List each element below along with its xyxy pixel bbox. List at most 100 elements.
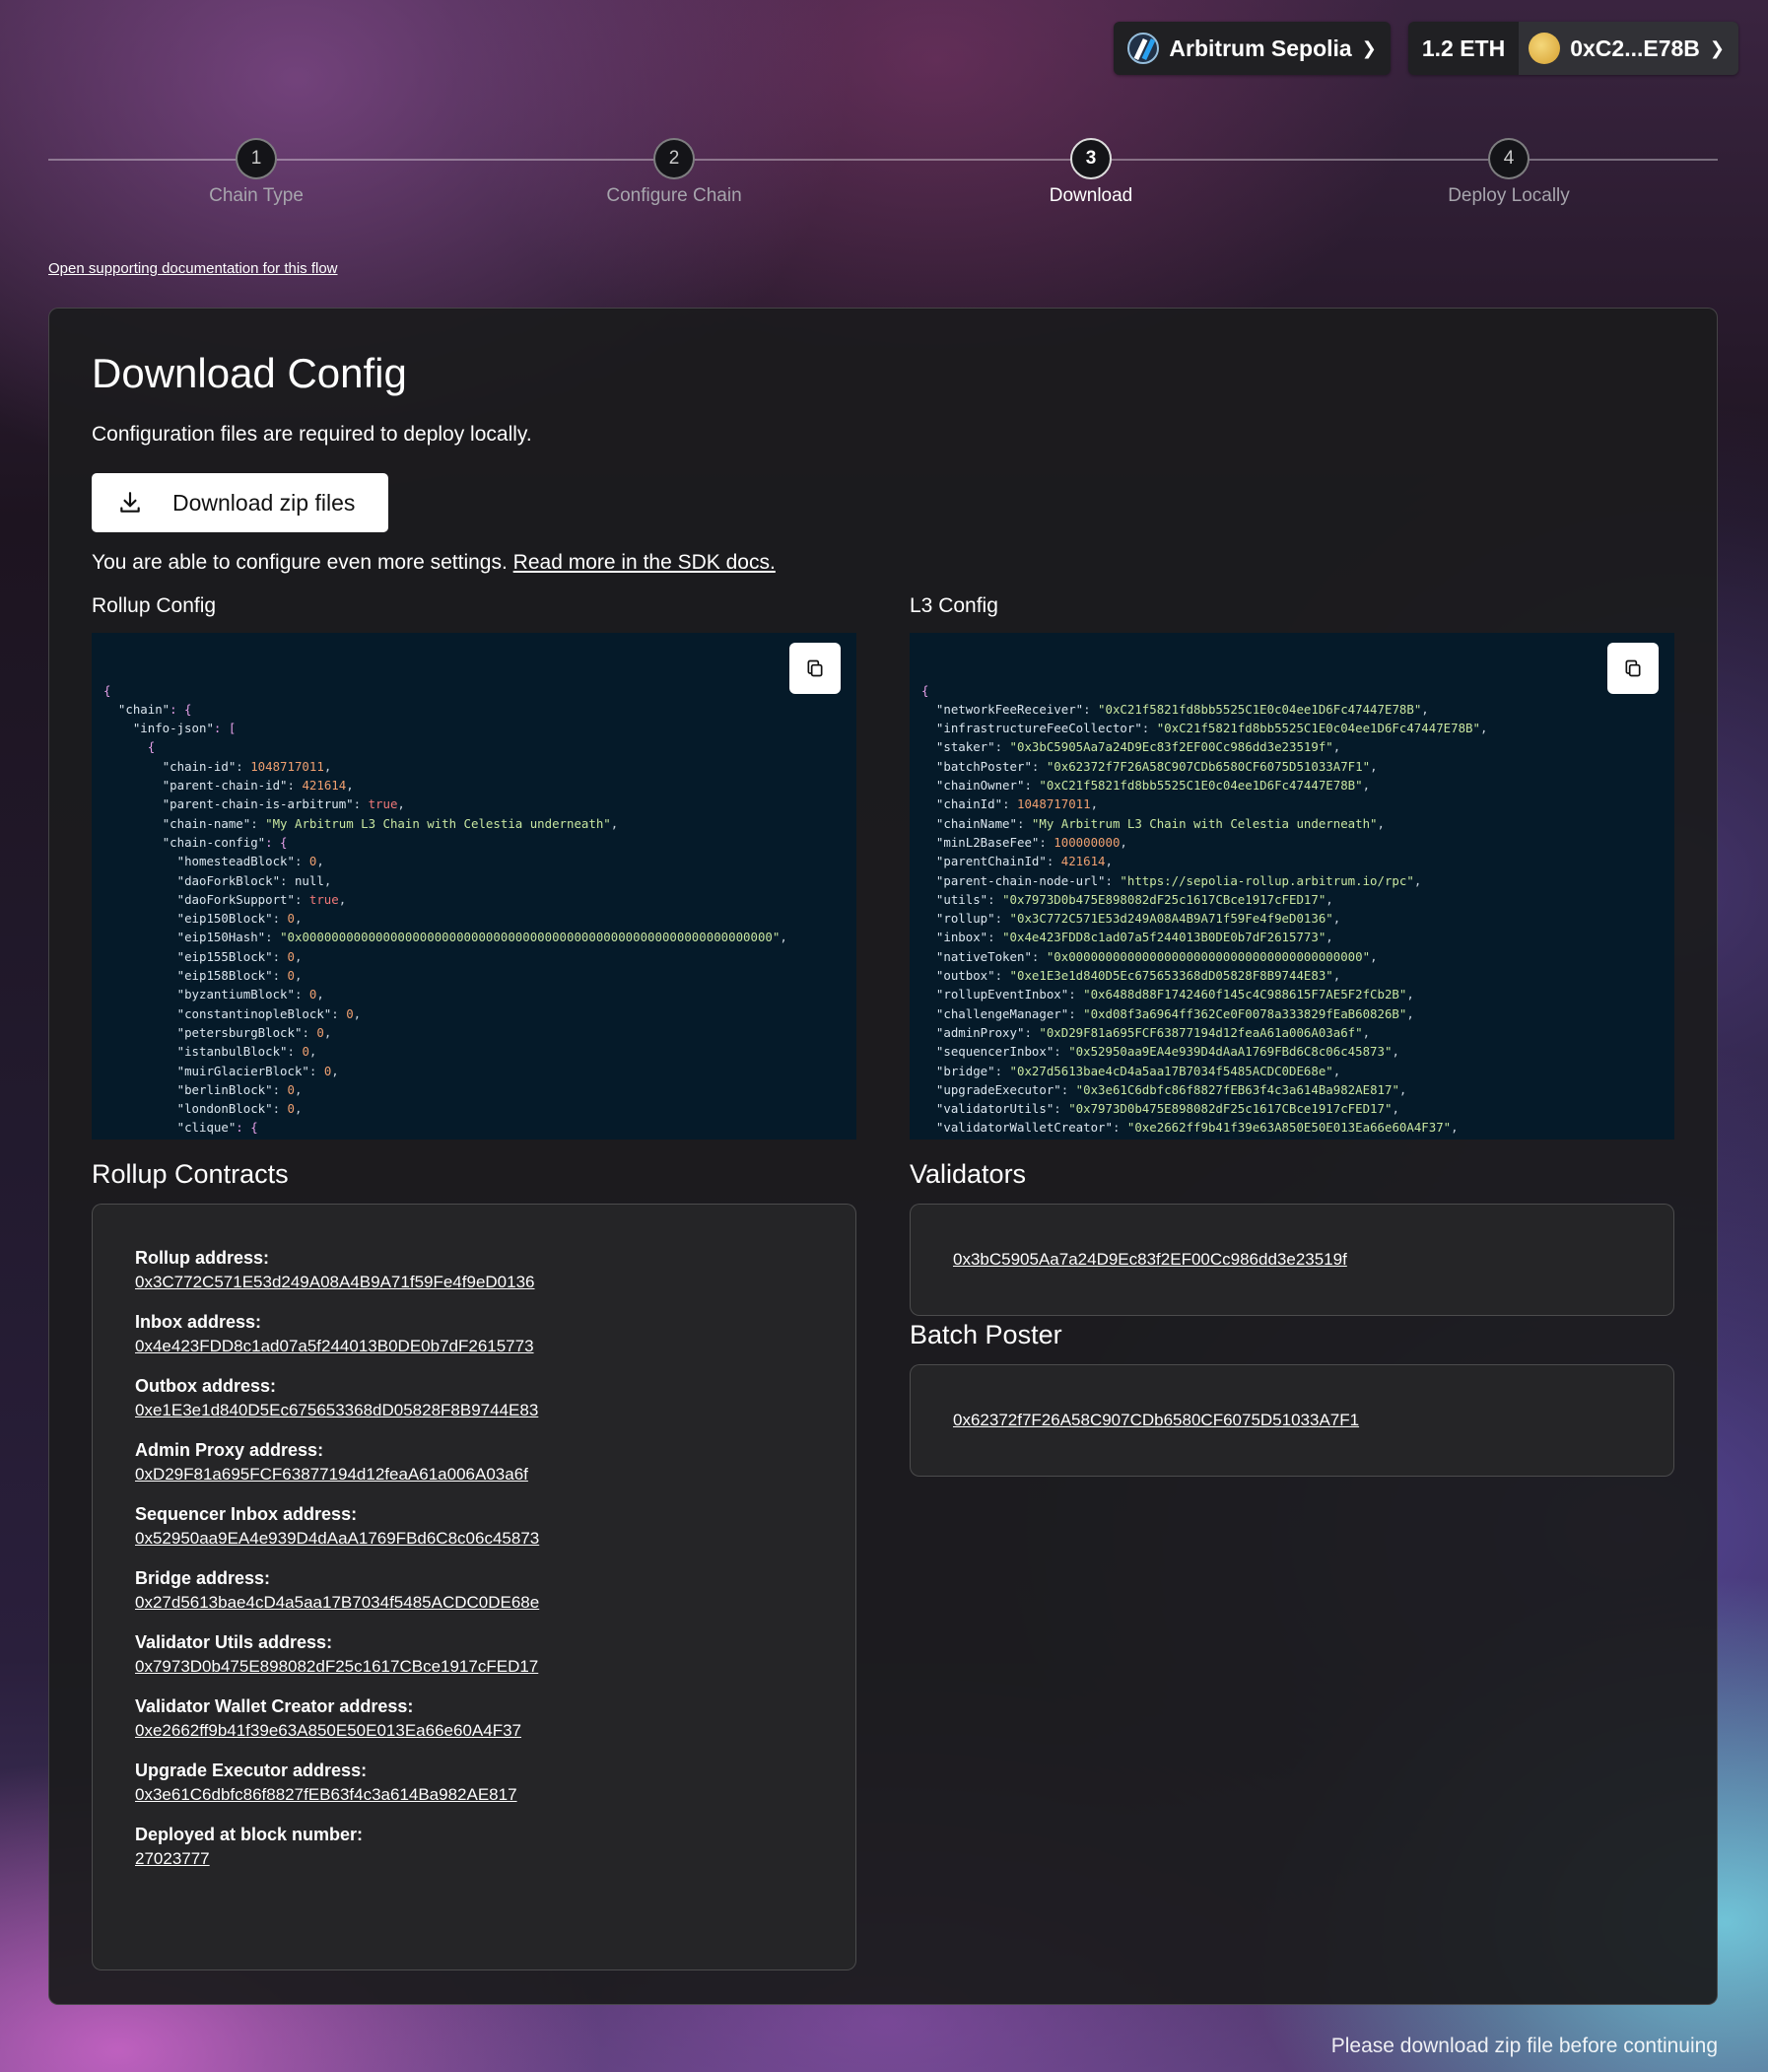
account-selector[interactable]: 0xC2...E78B ❯	[1519, 22, 1738, 75]
code-bracket: : {	[236, 1120, 258, 1136]
contract-address-link[interactable]: 0x7973D0b475E898082dF25c1617CBce1917cFED…	[135, 1654, 538, 1680]
code-key: "batchPoster"	[935, 758, 1032, 774]
contract-address-link[interactable]: 27023777	[135, 1846, 210, 1872]
code-value: "0x4e423FDD8c1ad07a5f244013B0DE0b7dF2615…	[1002, 930, 1326, 945]
code-value: 421614	[1060, 854, 1106, 869]
code-key: "eip158Block"	[176, 968, 273, 984]
code-value: 0	[287, 1081, 295, 1097]
code-key: "validatorWalletCreator"	[935, 1120, 1113, 1136]
contract-address-link[interactable]: 0xe1E3e1d840D5Ec675653368dD05828F8B9744E…	[135, 1398, 538, 1423]
contract-address-link[interactable]: 0x3e61C6dbfc86f8827fEB63f4c3a614Ba982AE8…	[135, 1782, 517, 1808]
contract-address-link[interactable]: 0x52950aa9EA4e939D4dAaA1769FBd6C8c06c458…	[135, 1526, 539, 1552]
code-value: "0x6488d88F1742460f145c4C988615F7AE5F2fC…	[1083, 987, 1407, 1002]
code-line: {	[103, 681, 845, 700]
code-line: "rollupEventInbox": "0x6488d88F1742460f1…	[935, 987, 1414, 1002]
code-key: "byzantiumBlock"	[176, 987, 295, 1002]
code-key: "chain"	[117, 701, 170, 717]
code-key: "inbox"	[935, 930, 988, 945]
code-key: "homesteadBlock"	[176, 854, 295, 869]
avatar	[1529, 33, 1561, 64]
code-key: "adminProxy"	[935, 1024, 1025, 1040]
documentation-link[interactable]: Open supporting documentation for this f…	[48, 260, 338, 277]
code-line: "istanbulBlock": 0,	[176, 1044, 317, 1060]
code-value: "0xe1E3e1d840D5Ec675653368dD05828F8B9744…	[1009, 968, 1333, 984]
contract-item: Outbox address: 0xe1E3e1d840D5Ec675653368…	[135, 1374, 855, 1423]
code-key: "istanbulBlock"	[176, 1044, 288, 1060]
download-zip-button[interactable]: Download zip files	[92, 473, 388, 532]
contract-address-link[interactable]: 0xD29F81a695FCF63877194d12feaA61a006A03a…	[135, 1462, 528, 1487]
sdk-docs-link[interactable]: Read more in the SDK docs.	[513, 551, 776, 574]
code-value: "0x7973D0b475E898082dF25c1617CBce1917cFE…	[1068, 1101, 1393, 1117]
code-key: "upgradeExecutor"	[935, 1081, 1061, 1097]
code-value: "0x27d5613bae4cD4a5aa17B7034f5485ACDC0DE…	[1009, 1063, 1333, 1078]
rollup-config-code[interactable]: { "chain": { "info-json": [ { "chain-id"…	[92, 633, 856, 1140]
code-value: "0x3bC5905Aa7a24D9Ec83f2EF00Cc986dd3e235…	[1009, 739, 1333, 755]
network-selector[interactable]: Arbitrum Sepolia ❯	[1114, 22, 1391, 75]
code-key: "chainOwner"	[935, 778, 1025, 794]
code-line: "eip150Block": 0,	[176, 911, 303, 927]
code-key: {	[921, 682, 929, 698]
rollup-config-label: Rollup Config	[92, 594, 217, 617]
validator-address-link[interactable]: 0x3bC5905Aa7a24D9Ec83f2EF00Cc986dd3e2351…	[953, 1250, 1347, 1270]
batch-poster-title: Batch Poster	[910, 1320, 1062, 1349]
contract-address-link[interactable]: 0x27d5613bae4cD4a5aa17B7034f5485ACDC0DE6…	[135, 1590, 539, 1616]
page-title: Download Config	[92, 350, 407, 396]
code-key: "bridge"	[935, 1063, 995, 1078]
code-value: true	[368, 796, 398, 812]
code-line: "parentChainId": 421614,	[935, 854, 1113, 869]
code-line: "parent-chain-is-arbitrum": true,	[162, 796, 405, 812]
code-key: "daoForkBlock"	[176, 872, 281, 888]
sdk-note: You are able to configure even more sett…	[92, 551, 776, 575]
step-download[interactable]: 3 Download	[973, 138, 1209, 207]
code-line: "chain-id": 1048717011,	[162, 758, 332, 774]
validators-panel: 0x3bC5905Aa7a24D9Ec83f2EF00Cc986dd3e2351…	[910, 1204, 1674, 1316]
code-value: 0	[323, 1063, 332, 1078]
code-value: "0xe2662ff9b41f39e63A850E50E013Ea66e60A4…	[1126, 1120, 1452, 1136]
top-bar: Arbitrum Sepolia ❯ 1.2 ETH 0xC2...E78B ❯	[1114, 22, 1738, 75]
code-line: "info-json": [	[103, 719, 845, 737]
code-line: "clique": {	[103, 1118, 845, 1137]
code-value: 0	[316, 1024, 324, 1040]
chevron-down-icon: ❯	[1361, 37, 1377, 58]
contract-item: Sequencer Inbox address: 0x52950aa9EA4e93…	[135, 1502, 855, 1552]
step-label: Download	[1049, 185, 1133, 206]
step-deploy-locally[interactable]: 4 Deploy Locally	[1391, 138, 1627, 207]
contract-label: Admin Proxy address:	[135, 1440, 324, 1460]
download-config-card: Download Config Configuration files are …	[48, 308, 1718, 2005]
code-value: "0xC21f5821fd8bb5525C1E0c04ee1D6Fc47447E…	[1156, 721, 1480, 736]
code-line: "staker": "0x3bC5905Aa7a24D9Ec83f2EF00Cc…	[935, 739, 1341, 755]
code-key: "petersburgBlock"	[176, 1024, 303, 1040]
copy-rollup-config-button[interactable]	[789, 643, 841, 694]
step-configure-chain[interactable]: 2 Configure Chain	[556, 138, 792, 207]
code-line: "utils": "0x7973D0b475E898082dF25c1617CB…	[935, 891, 1333, 907]
copy-l3-config-button[interactable]	[1607, 643, 1659, 694]
code-line: "byzantiumBlock": 0,	[176, 987, 324, 1002]
step-number: 2	[653, 138, 695, 179]
account-address: 0xC2...E78B	[1570, 35, 1700, 61]
code-key: "rollupEventInbox"	[935, 987, 1069, 1002]
code-key: "clique"	[176, 1120, 237, 1136]
wallet-button[interactable]: 1.2 ETH 0xC2...E78B ❯	[1407, 22, 1738, 75]
code-key: "parentChainId"	[935, 854, 1047, 869]
contract-item: Deployed at block number: 27023777	[135, 1823, 855, 1872]
code-key: "constantinopleBlock"	[176, 1005, 332, 1021]
code-key: "rollup"	[935, 911, 995, 927]
code-line: "chain-name": "My Arbitrum L3 Chain with…	[162, 815, 619, 831]
step-number: 1	[236, 138, 277, 179]
contract-address-link[interactable]: 0x3C772C571E53d249A08A4B9A71f59Fe4f9eD01…	[135, 1270, 535, 1295]
code-key: "berlinBlock"	[176, 1081, 273, 1097]
code-line: "rollup": "0x3C772C571E53d249A08A4B9A71f…	[935, 911, 1341, 927]
code-value: 1048717011	[250, 758, 324, 774]
step-chain-type[interactable]: 1 Chain Type	[138, 138, 374, 207]
batch-poster-address-link[interactable]: 0x62372f7F26A58C907CDb6580CF6075D51033A7…	[953, 1411, 1359, 1430]
code-value: "0xD29F81a695FCF63877194d12feaA61a006A03…	[1039, 1024, 1363, 1040]
code-key: {	[103, 682, 111, 698]
code-line: "nativeToken": "0x0000000000000000000000…	[935, 948, 1378, 964]
code-line: "constantinopleBlock": 0,	[176, 1005, 362, 1021]
validators-title: Validators	[910, 1159, 1027, 1189]
contract-address-link[interactable]: 0xe2662ff9b41f39e63A850E50E013Ea66e60A4F…	[135, 1718, 521, 1744]
code-line: "infrastructureFeeCollector": "0xC21f582…	[935, 721, 1488, 736]
code-line: "batchPoster": "0x62372f7F26A58C907CDb65…	[935, 758, 1378, 774]
l3-config-code[interactable]: { "networkFeeReceiver": "0xC21f5821fd8bb…	[910, 633, 1674, 1140]
contract-address-link[interactable]: 0x4e423FDD8c1ad07a5f244013B0DE0b7dF26157…	[135, 1334, 534, 1359]
